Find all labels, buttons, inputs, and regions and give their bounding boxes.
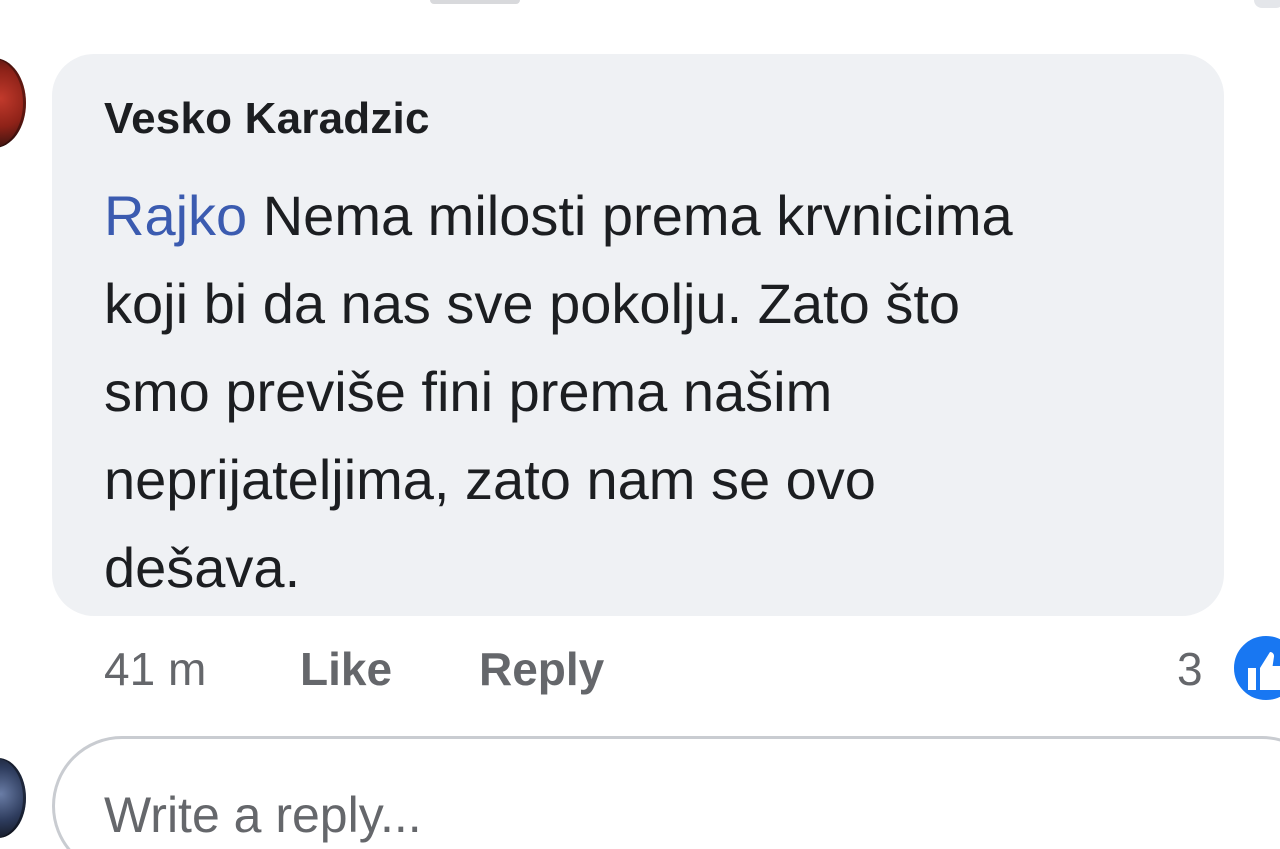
like-button[interactable]: Like [300,642,392,696]
reply-input[interactable] [104,780,1204,849]
comment-line: dešava. [104,536,301,599]
comment-line: smo previše fini prema našim [104,360,833,423]
previous-content-edge [430,0,520,4]
author-avatar[interactable] [0,58,26,148]
comment-body: Rajko Nema milosti prema krvnicima koji … [104,172,1194,612]
comment-author-name[interactable]: Vesko Karadzic [104,94,430,144]
reaction-count[interactable]: 3 [1177,642,1203,696]
comment-line: koji bi da nas sve pokolju. Zato što [104,272,961,335]
comment-thread: Vesko Karadzic Rajko Nema milosti prema … [0,0,1280,849]
comment-line: neprijateljima, zato nam se ovo [104,448,876,511]
thumbs-up-icon[interactable] [1230,632,1280,704]
previous-content-edge-right [1254,0,1280,8]
comment-timestamp[interactable]: 41 m [104,642,206,696]
mention-link[interactable]: Rajko [104,184,247,247]
comment-line-text: Nema milosti prema krvnicima [247,184,1013,247]
reply-button[interactable]: Reply [479,642,604,696]
comment-line: Rajko Nema milosti prema krvnicima [104,172,1194,260]
current-user-avatar [0,758,26,838]
